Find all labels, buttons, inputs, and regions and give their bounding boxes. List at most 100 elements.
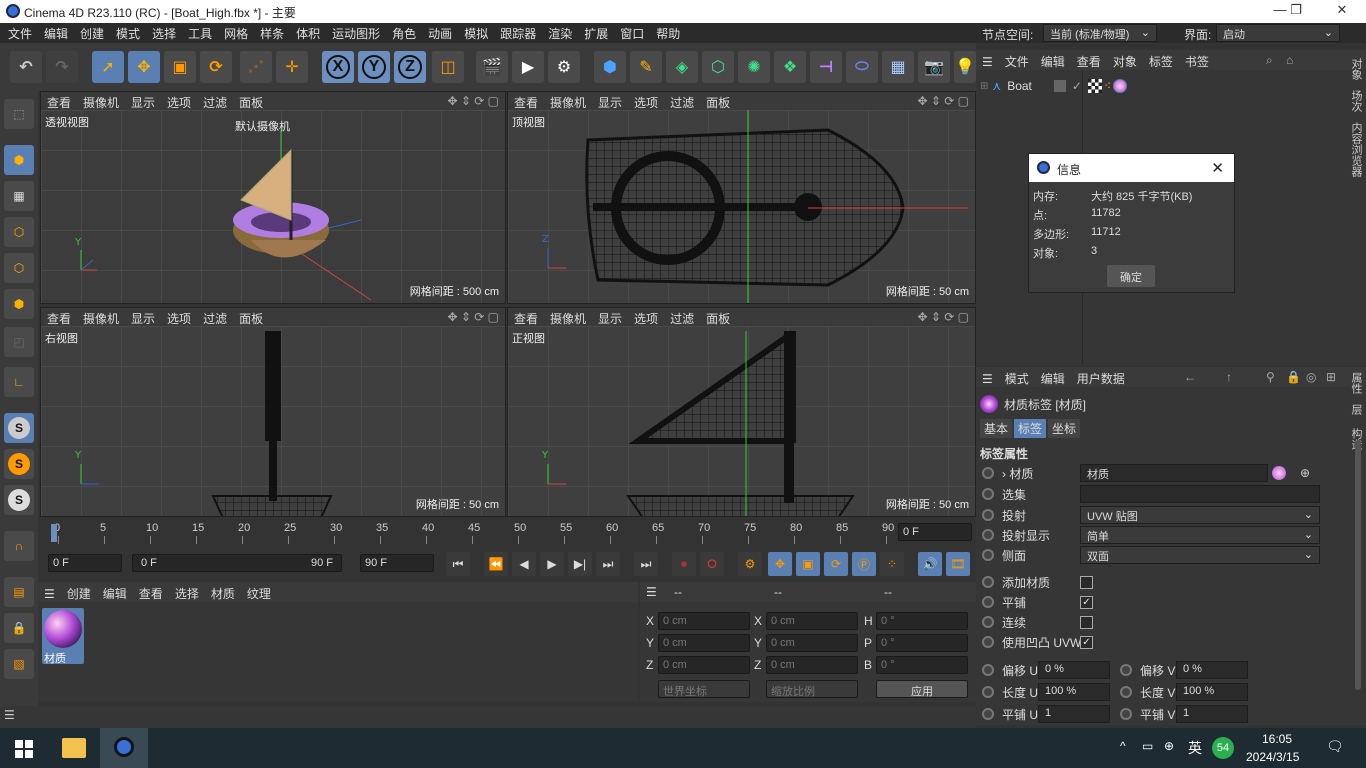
point-level-key-icon[interactable]: ⁘ — [880, 552, 904, 576]
obj-menu-view[interactable]: 查看 — [1071, 50, 1107, 73]
uv-mode-icon[interactable]: ◰ — [4, 327, 34, 357]
lock-icon[interactable]: 🔒 — [1286, 370, 1301, 384]
parameter-key-icon[interactable]: Ⓟ — [852, 552, 876, 576]
tab-coord[interactable]: 坐标 — [1048, 419, 1081, 438]
keyframe-dot-icon[interactable] — [1120, 686, 1132, 698]
render-view-icon[interactable]: 🎬 — [476, 51, 508, 83]
close-button[interactable]: ✕ — [1322, 2, 1362, 21]
hamburger-icon[interactable]: ☰ — [976, 369, 999, 389]
filter-icon[interactable]: ⚲ — [1266, 370, 1275, 384]
right-viewport[interactable]: 查看 摄像机 显示 选项 过滤 面板 ✥ ⇕ ⟳ ▢ 右视图 Y 网格间距 : 50 cm — [40, 307, 506, 517]
frame-range-slider[interactable]: 0 F 90 F — [132, 554, 342, 572]
material-link-field[interactable]: 材质 — [1080, 464, 1268, 482]
pick-icon[interactable]: ⊕ — [1300, 466, 1310, 480]
film-icon[interactable]: 🎞 — [946, 552, 970, 576]
fracture-icon[interactable]: ❖ — [774, 51, 806, 83]
battery-icon[interactable]: ▭ — [1142, 739, 1153, 753]
light-icon[interactable]: 💡 — [954, 51, 976, 83]
viewport-nav-icons[interactable]: ✥ ⇕ ⟳ ▢ — [917, 94, 969, 108]
perspective-viewport[interactable]: 查看 摄像机 显示 选项 过滤 面板 ✥ ⇕ ⟳ ▢ 透视视图 默认摄像机 Y 网格间距 … — [40, 91, 506, 304]
magnet-icon[interactable]: ∩ — [4, 531, 34, 561]
obj-menu-file[interactable]: 文件 — [999, 50, 1035, 73]
select-tool-icon[interactable]: ➚ — [92, 51, 124, 83]
side-select[interactable]: 双面 ⌄ — [1080, 546, 1320, 564]
menu-item-1[interactable]: 编辑 — [38, 23, 74, 44]
tab-tag[interactable]: 标签 — [1014, 419, 1047, 438]
cinema4d-taskbar-button[interactable] — [100, 728, 148, 768]
clock-date[interactable]: 2024/3/15 — [1246, 750, 1299, 764]
selection-field[interactable] — [1080, 485, 1320, 503]
ok-button[interactable]: 确定 — [1107, 265, 1155, 287]
snap-settings-icon[interactable]: S — [4, 449, 34, 479]
polygons-mode-icon[interactable]: ⬢ — [4, 289, 34, 319]
side-tab-takes[interactable]: 场次 — [1348, 90, 1364, 112]
y-axis-lock-button[interactable]: Y — [358, 51, 390, 83]
pen-spline-icon[interactable]: ✎ — [630, 51, 662, 83]
globe-icon[interactable]: ⊕ — [1164, 739, 1174, 753]
viewport-nav-icons[interactable]: ✥ ⇕ ⟳ ▢ — [447, 310, 499, 324]
floor-icon[interactable]: ▦ — [882, 51, 914, 83]
file-explorer-icon[interactable] — [62, 738, 86, 758]
projection-select[interactable]: UVW 贴图 ⌄ — [1080, 506, 1320, 524]
position-y-field[interactable]: 0 cm — [658, 634, 750, 652]
tiles-u-field[interactable]: 1 — [1038, 705, 1110, 723]
points-mode-icon[interactable]: ⬡ — [4, 217, 34, 247]
recent-tools-icon[interactable]: ⋰ — [240, 51, 272, 83]
keyframe-dot-icon[interactable] — [982, 529, 994, 541]
attribute-scrollbar[interactable] — [1355, 440, 1361, 690]
menu-item-8[interactable]: 体积 — [290, 23, 326, 44]
attr-menu-mode[interactable]: 模式 — [999, 367, 1035, 390]
play-icon[interactable]: ▶ — [540, 552, 564, 576]
keyframe-dot-icon[interactable] — [982, 686, 994, 698]
offset-u-field[interactable]: 0 % — [1038, 661, 1110, 679]
render-picture-viewer-icon[interactable]: ▶ — [512, 51, 544, 83]
obj-menu-tag[interactable]: 标签 — [1143, 50, 1179, 73]
rotation-key-icon[interactable]: ⟳ — [824, 552, 848, 576]
hamburger-icon[interactable]: ☰ — [640, 582, 663, 602]
maximize-button[interactable]: ❐ — [1276, 2, 1316, 21]
close-icon[interactable]: ✕ — [1211, 159, 1224, 177]
obj-menu-object[interactable]: 对象 — [1107, 50, 1143, 73]
z-axis-lock-button[interactable]: Z — [394, 51, 426, 83]
menu-item-10[interactable]: 角色 — [386, 23, 422, 44]
tiles-v-field[interactable]: 1 — [1176, 705, 1248, 723]
edges-mode-icon[interactable]: ⬡ — [4, 253, 34, 283]
front-viewport[interactable]: 查看 摄像机 显示 选项 过滤 面板 ✥ ⇕ ⟳ ▢ 正视图 Y 网格间距 : 50 cm — [507, 307, 976, 517]
home-icon[interactable]: ⌂ — [1286, 53, 1293, 67]
next-frame-icon[interactable]: ▶| — [568, 552, 592, 576]
new-window-icon[interactable]: ⊞ — [1326, 370, 1336, 384]
viewport-nav-icons[interactable]: ✥ ⇕ ⟳ ▢ — [917, 310, 969, 324]
hamburger-icon[interactable]: ☰ — [4, 708, 15, 722]
notification-badge[interactable]: 54 — [1212, 737, 1234, 759]
material-swatch[interactable]: 材质 — [42, 608, 84, 665]
size-z-field[interactable]: 0 cm — [766, 656, 858, 674]
apply-button[interactable]: 应用 — [876, 680, 968, 698]
mat-menu-texture[interactable]: 纹理 — [241, 582, 277, 605]
menu-item-4[interactable]: 选择 — [146, 23, 182, 44]
model-mode-icon[interactable]: ⬢ — [4, 145, 34, 175]
attr-menu-edit[interactable]: 编辑 — [1035, 367, 1071, 390]
keyframe-dot-icon[interactable] — [982, 509, 994, 521]
keyframe-dot-icon[interactable] — [982, 488, 994, 500]
floor-grid-icon[interactable]: ▤ — [4, 577, 34, 607]
mat-menu-view[interactable]: 查看 — [133, 582, 169, 605]
offset-v-field[interactable]: 0 % — [1176, 661, 1248, 679]
current-frame-field[interactable]: 0 F — [48, 554, 122, 572]
render-settings-icon[interactable]: ⚙ — [548, 51, 580, 83]
length-u-field[interactable]: 100 % — [1038, 683, 1110, 701]
action-center-icon[interactable]: 🗨 — [1326, 738, 1344, 755]
autokey-icon[interactable]: ⭘ — [700, 552, 724, 576]
obj-menu-bookmark[interactable]: 书签 — [1179, 50, 1215, 73]
material-tag-icon[interactable] — [1112, 79, 1127, 93]
mat-menu-select[interactable]: 选择 — [169, 582, 205, 605]
texture-mode-icon[interactable]: ▦ — [4, 181, 34, 211]
position-key-icon[interactable]: ✥ — [768, 552, 792, 576]
side-tab-layers[interactable]: 层 — [1348, 404, 1364, 415]
previous-key-icon[interactable]: ⏪ — [484, 552, 508, 576]
mat-menu-material[interactable]: 材质 — [205, 582, 241, 605]
viewport-nav-icons[interactable]: ✥ ⇕ ⟳ ▢ — [447, 94, 499, 108]
hamburger-icon[interactable]: ☰ — [976, 52, 999, 72]
keyframe-dot-icon[interactable] — [1120, 664, 1132, 676]
snap-enable-icon[interactable]: S — [4, 413, 34, 443]
cloner-icon[interactable]: ✺ — [738, 51, 770, 83]
